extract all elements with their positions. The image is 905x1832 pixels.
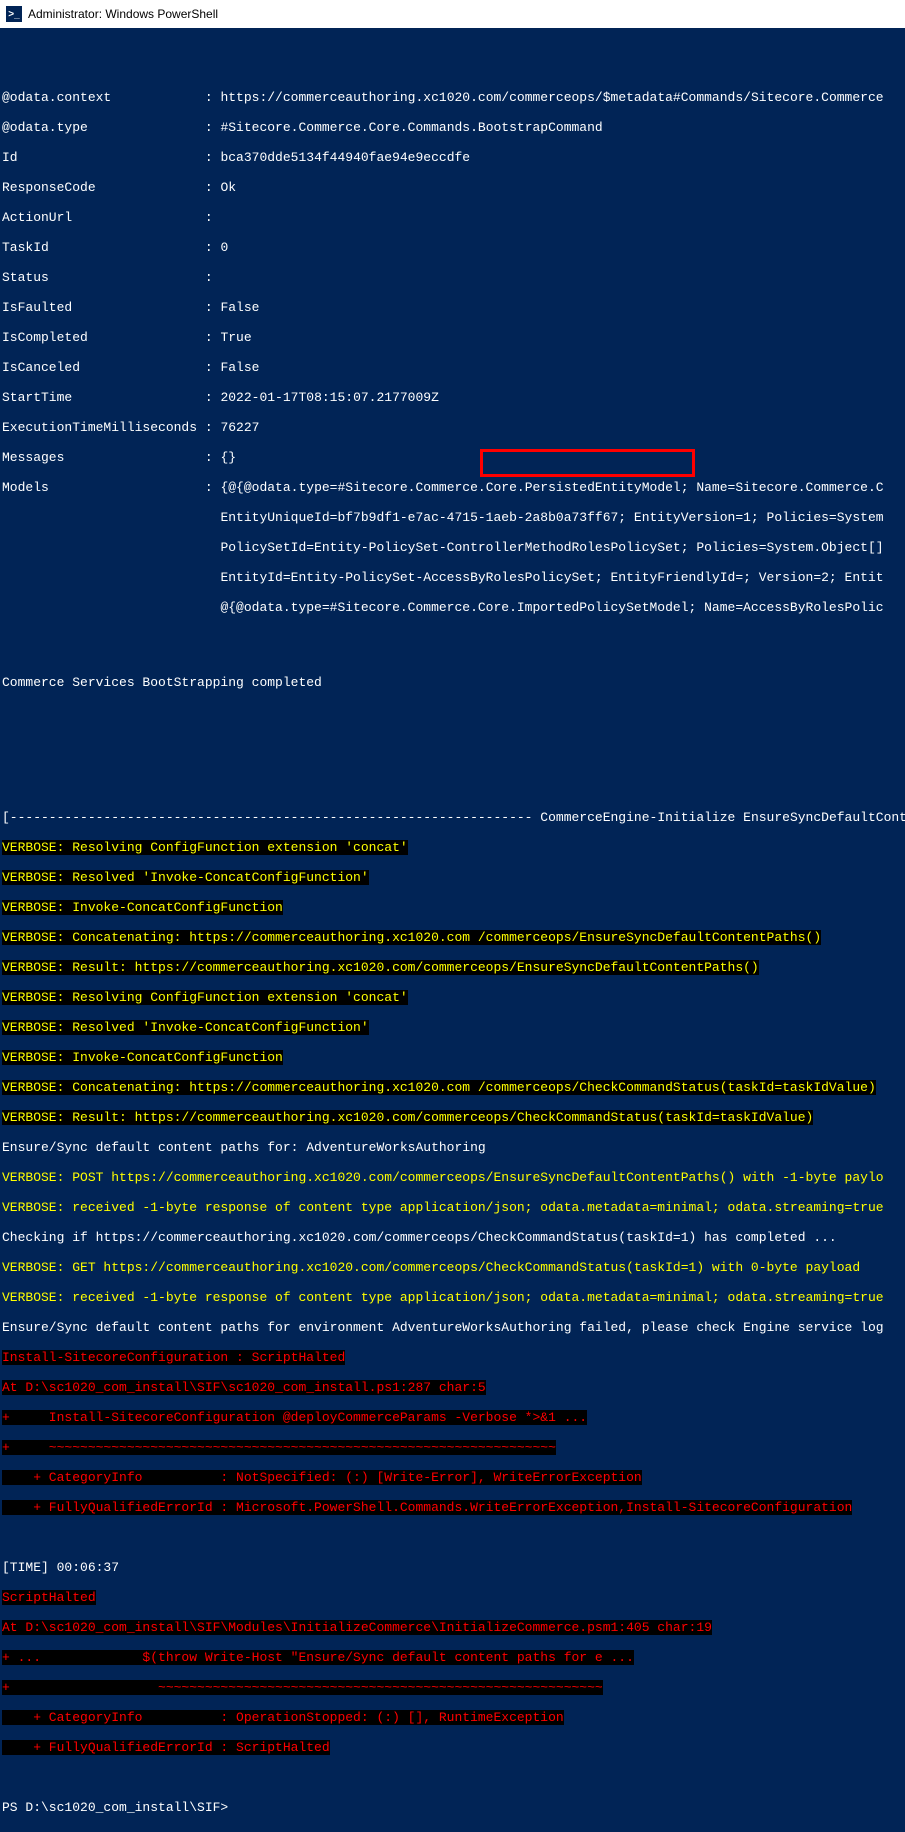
prop-val: {} [220, 450, 236, 465]
prop-key: @odata.context [2, 90, 205, 105]
prop-val: https://commerceauthoring.xc1020.com/com… [220, 90, 883, 105]
prop-val: #Sitecore.Commerce.Core.Commands.Bootstr… [220, 120, 602, 135]
output-line: Ensure/Sync default content paths for en… [2, 1320, 905, 1335]
verbose-line: VERBOSE: Invoke-ConcatConfigFunction [2, 900, 283, 915]
prop-key: Status [2, 270, 205, 285]
prop-key: ResponseCode [2, 180, 205, 195]
prop-key: IsFaulted [2, 300, 205, 315]
error-line: + FullyQualifiedErrorId : Microsoft.Powe… [2, 1500, 852, 1515]
prop-val: bca370dde5134f44940fae94e9eccdfe [220, 150, 470, 165]
powershell-icon: >_ [6, 6, 22, 22]
window-title: Administrator: Windows PowerShell [28, 7, 218, 21]
prop-key: StartTime [2, 390, 205, 405]
prop-val: False [220, 360, 259, 375]
prop-val: 0 [220, 240, 228, 255]
prop-key: IsCanceled [2, 360, 205, 375]
verbose-line: VERBOSE: Result: https://commerceauthori… [2, 1110, 813, 1125]
window-title-bar[interactable]: >_ Administrator: Windows PowerShell [0, 0, 905, 28]
prop-key: Messages [2, 450, 205, 465]
error-line: ScriptHalted [2, 1590, 96, 1605]
error-line: + CategoryInfo : OperationStopped: (:) [… [2, 1710, 564, 1725]
prop-key: @odata.type [2, 120, 205, 135]
prop-key [2, 600, 220, 615]
prop-val: 76227 [220, 420, 259, 435]
prop-key [2, 570, 220, 585]
prop-key [2, 510, 220, 525]
error-line: Install-SitecoreConfiguration : ScriptHa… [2, 1350, 345, 1365]
verbose-line: VERBOSE: Result: https://commerceauthori… [2, 960, 759, 975]
error-line: + Install-SitecoreConfiguration @deployC… [2, 1410, 587, 1425]
output-line: Checking if https://commerceauthoring.xc… [2, 1230, 905, 1245]
prop-key [2, 540, 220, 555]
output-line: Ensure/Sync default content paths for: A… [2, 1140, 905, 1155]
verbose-line: VERBOSE: Invoke-ConcatConfigFunction [2, 1050, 283, 1065]
verbose-line: VERBOSE: Concatenating: https://commerce… [2, 1080, 876, 1095]
prop-key: Id [2, 150, 205, 165]
verbose-line: VERBOSE: Concatenating: https://commerce… [2, 930, 821, 945]
prop-key: Models [2, 480, 205, 495]
prop-key: TaskId [2, 240, 205, 255]
error-line: + ... $(throw Write-Host "Ensure/Sync de… [2, 1650, 634, 1665]
terminal-output: @odata.context : https://commerceauthori… [0, 28, 905, 1832]
prop-key: ExecutionTimeMilliseconds [2, 420, 205, 435]
verbose-line: VERBOSE: Resolved 'Invoke-ConcatConfigFu… [2, 1020, 369, 1035]
error-line: + CategoryInfo : NotSpecified: (:) [Writ… [2, 1470, 642, 1485]
error-line: At D:\sc1020_com_install\SIF\Modules\Ini… [2, 1620, 712, 1635]
prop-val: False [220, 300, 259, 315]
error-line: + ~~~~~~~~~~~~~~~~~~~~~~~~~~~~~~~~~~~~~~… [2, 1440, 556, 1455]
prop-key: ActionUrl [2, 210, 205, 225]
prop-val: 2022-01-17T08:15:07.2177009Z [220, 390, 438, 405]
error-line: + ~~~~~~~~~~~~~~~~~~~~~~~~~~~~~~~~~~~~~~… [2, 1680, 603, 1695]
prop-val: Ok [220, 180, 236, 195]
prop-val: True [220, 330, 251, 345]
verbose-line: VERBOSE: Resolving ConfigFunction extens… [2, 840, 408, 855]
prop-val: EntityId=Entity-PolicySet-AccessByRolesP… [220, 570, 883, 585]
verbose-line: VERBOSE: received -1-byte response of co… [2, 1200, 905, 1215]
prompt-line[interactable]: PS D:\sc1020_com_install\SIF> [2, 1800, 905, 1815]
verbose-line: VERBOSE: POST https://commerceauthoring.… [2, 1170, 905, 1185]
verbose-line: VERBOSE: Resolving ConfigFunction extens… [2, 990, 408, 1005]
prop-val: PolicySetId=Entity-PolicySet-ControllerM… [220, 540, 883, 555]
divider-line: [---------------------------------------… [2, 810, 905, 825]
prop-key: IsCompleted [2, 330, 205, 345]
prop-val: @{@odata.type=#Sitecore.Commerce.Core.Im… [220, 600, 883, 615]
highlight-box-text: CommerceEngine-Initialize [540, 810, 735, 825]
error-line: + FullyQualifiedErrorId : ScriptHalted [2, 1740, 330, 1755]
prop-val: EntityUniqueId=bf7b9df1-e7ac-4715-1aeb-2… [220, 510, 883, 525]
verbose-line: VERBOSE: Resolved 'Invoke-ConcatConfigFu… [2, 870, 369, 885]
verbose-line: VERBOSE: GET https://commerceauthoring.x… [2, 1260, 905, 1275]
verbose-line: VERBOSE: received -1-byte response of co… [2, 1290, 905, 1305]
time-line: [TIME] 00:06:37 [2, 1560, 905, 1575]
error-line: At D:\sc1020_com_install\SIF\sc1020_com_… [2, 1380, 486, 1395]
status-line: Commerce Services BootStrapping complete… [2, 675, 905, 690]
prop-val: {@{@odata.type=#Sitecore.Commerce.Core.P… [220, 480, 883, 495]
